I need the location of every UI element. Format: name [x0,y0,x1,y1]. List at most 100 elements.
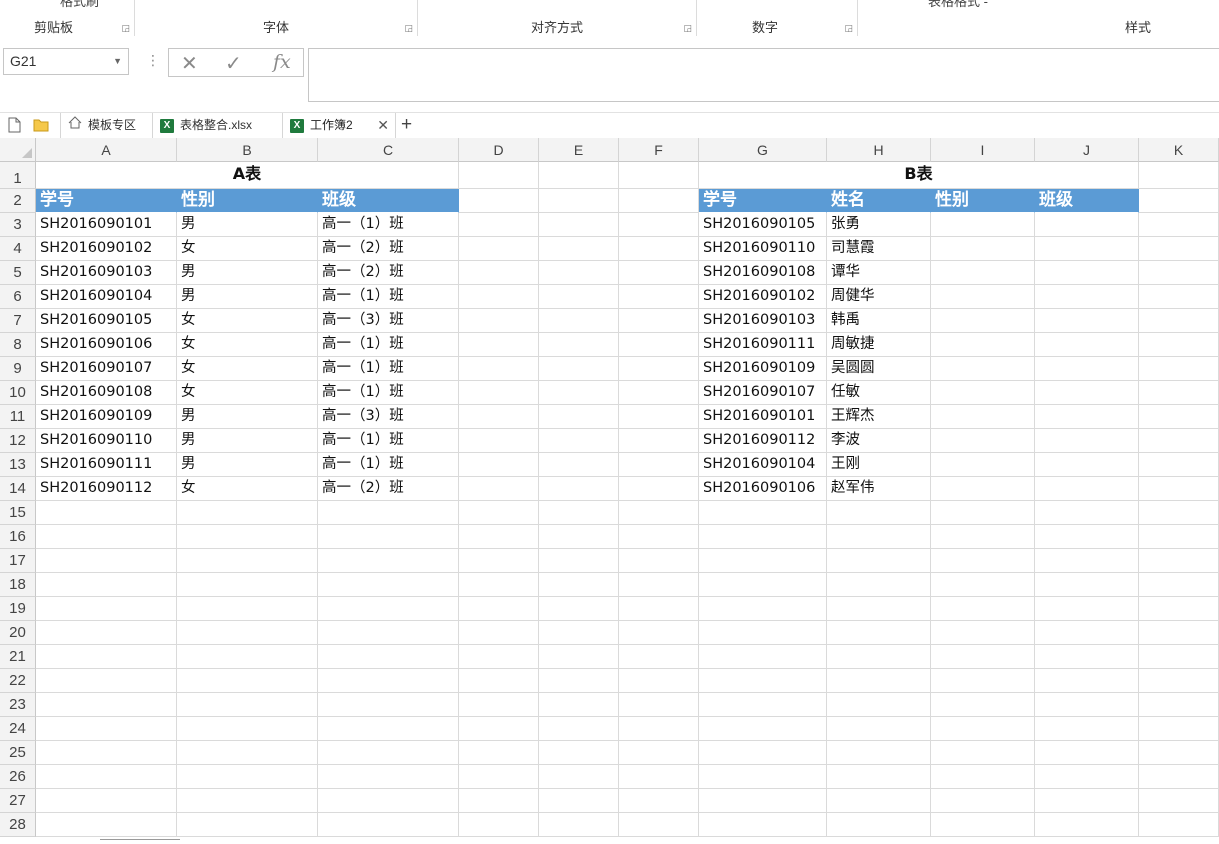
column-header-b[interactable]: B [177,138,318,162]
table-b-data-cell[interactable]: SH2016090103 [699,309,827,333]
cell-d17[interactable] [459,549,539,573]
table-a-data-cell[interactable]: 高一（2）班 [318,477,459,501]
sheet-tab-edge[interactable] [100,839,180,844]
cell-f20[interactable] [619,621,699,645]
table-a-data-cell[interactable]: 高一（1）班 [318,381,459,405]
cell-k18[interactable] [1139,573,1219,597]
table-b-data-cell[interactable]: SH2016090101 [699,405,827,429]
grip-dots-icon[interactable]: ⋮ [146,52,160,69]
cell-b25[interactable] [177,741,318,765]
cell-e1[interactable] [539,162,619,189]
cell-k27[interactable] [1139,789,1219,813]
cell-i27[interactable] [931,789,1035,813]
cell-k16[interactable] [1139,525,1219,549]
chevron-down-icon[interactable]: ▼ [113,49,122,74]
tab-templates[interactable]: 模板专区 [60,113,153,138]
table-b-data-cell[interactable] [1035,237,1139,261]
cell-b20[interactable] [177,621,318,645]
tab-table-merge-file[interactable]: X 表格整合.xlsx [153,113,283,138]
row-header-3[interactable]: 3 [0,213,36,237]
row-header-16[interactable]: 16 [0,525,36,549]
cell-k25[interactable] [1139,741,1219,765]
cell-e9[interactable] [539,357,619,381]
table-b-data-cell[interactable]: SH2016090112 [699,429,827,453]
cell-f2[interactable] [619,189,699,213]
table-b-data-cell[interactable]: 周敏捷 [827,333,931,357]
cell-k24[interactable] [1139,717,1219,741]
table-b-data-cell[interactable] [931,333,1035,357]
cell-e26[interactable] [539,765,619,789]
table-a-data-cell[interactable]: 高一（1）班 [318,429,459,453]
cell-h27[interactable] [827,789,931,813]
cell-c19[interactable] [318,597,459,621]
table-a-data-cell[interactable]: SH2016090101 [36,213,177,237]
cell-i22[interactable] [931,669,1035,693]
cell-g21[interactable] [699,645,827,669]
cell-e27[interactable] [539,789,619,813]
cell-e10[interactable] [539,381,619,405]
table-a-data-cell[interactable]: 男 [177,429,318,453]
row-header-26[interactable]: 26 [0,765,36,789]
cell-a16[interactable] [36,525,177,549]
cell-d28[interactable] [459,813,539,837]
table-a-data-cell[interactable]: 高一（1）班 [318,285,459,309]
column-header-e[interactable]: E [539,138,619,162]
table-a-data-cell[interactable]: 男 [177,453,318,477]
cell-g26[interactable] [699,765,827,789]
cell-k10[interactable] [1139,381,1219,405]
select-all-corner[interactable] [0,138,36,162]
table-b-data-cell[interactable] [931,357,1035,381]
table-a-data-cell[interactable]: 女 [177,477,318,501]
table-b-data-cell[interactable]: SH2016090106 [699,477,827,501]
cell-a26[interactable] [36,765,177,789]
row-header-23[interactable]: 23 [0,693,36,717]
table-b-data-cell[interactable]: SH2016090111 [699,333,827,357]
table-b-data-cell[interactable]: 王辉杰 [827,405,931,429]
table-b-data-cell[interactable] [1035,453,1139,477]
cell-c24[interactable] [318,717,459,741]
cell-k17[interactable] [1139,549,1219,573]
cell-i15[interactable] [931,501,1035,525]
table-a-data-cell[interactable]: SH2016090112 [36,477,177,501]
cell-d23[interactable] [459,693,539,717]
table-a-data-cell[interactable]: 男 [177,213,318,237]
cell-g25[interactable] [699,741,827,765]
cell-h16[interactable] [827,525,931,549]
cell-b19[interactable] [177,597,318,621]
cell-f21[interactable] [619,645,699,669]
cell-i17[interactable] [931,549,1035,573]
cell-f10[interactable] [619,381,699,405]
cell-d3[interactable] [459,213,539,237]
table-b-header-cell[interactable]: 学号 [699,189,827,213]
cell-k2[interactable] [1139,189,1219,213]
table-b-data-cell[interactable]: SH2016090104 [699,453,827,477]
table-b-data-cell[interactable] [1035,285,1139,309]
cell-a24[interactable] [36,717,177,741]
table-b-data-cell[interactable]: 周健华 [827,285,931,309]
cell-h24[interactable] [827,717,931,741]
cell-k21[interactable] [1139,645,1219,669]
cell-g19[interactable] [699,597,827,621]
cell-f24[interactable] [619,717,699,741]
cell-h19[interactable] [827,597,931,621]
cell-i16[interactable] [931,525,1035,549]
cell-d15[interactable] [459,501,539,525]
cell-g24[interactable] [699,717,827,741]
column-header-i[interactable]: I [931,138,1035,162]
cell-f1[interactable] [619,162,699,189]
cell-j28[interactable] [1035,813,1139,837]
cell-h15[interactable] [827,501,931,525]
cell-k14[interactable] [1139,477,1219,501]
cancel-icon[interactable]: ✕ [181,51,198,76]
dialog-launcher-icon[interactable]: ◲ [121,23,130,34]
cell-e8[interactable] [539,333,619,357]
table-b-data-cell[interactable] [1035,381,1139,405]
cell-f28[interactable] [619,813,699,837]
cell-g28[interactable] [699,813,827,837]
cell-j19[interactable] [1035,597,1139,621]
cell-f25[interactable] [619,741,699,765]
cell-d6[interactable] [459,285,539,309]
cell-c22[interactable] [318,669,459,693]
cell-d24[interactable] [459,717,539,741]
cell-i25[interactable] [931,741,1035,765]
